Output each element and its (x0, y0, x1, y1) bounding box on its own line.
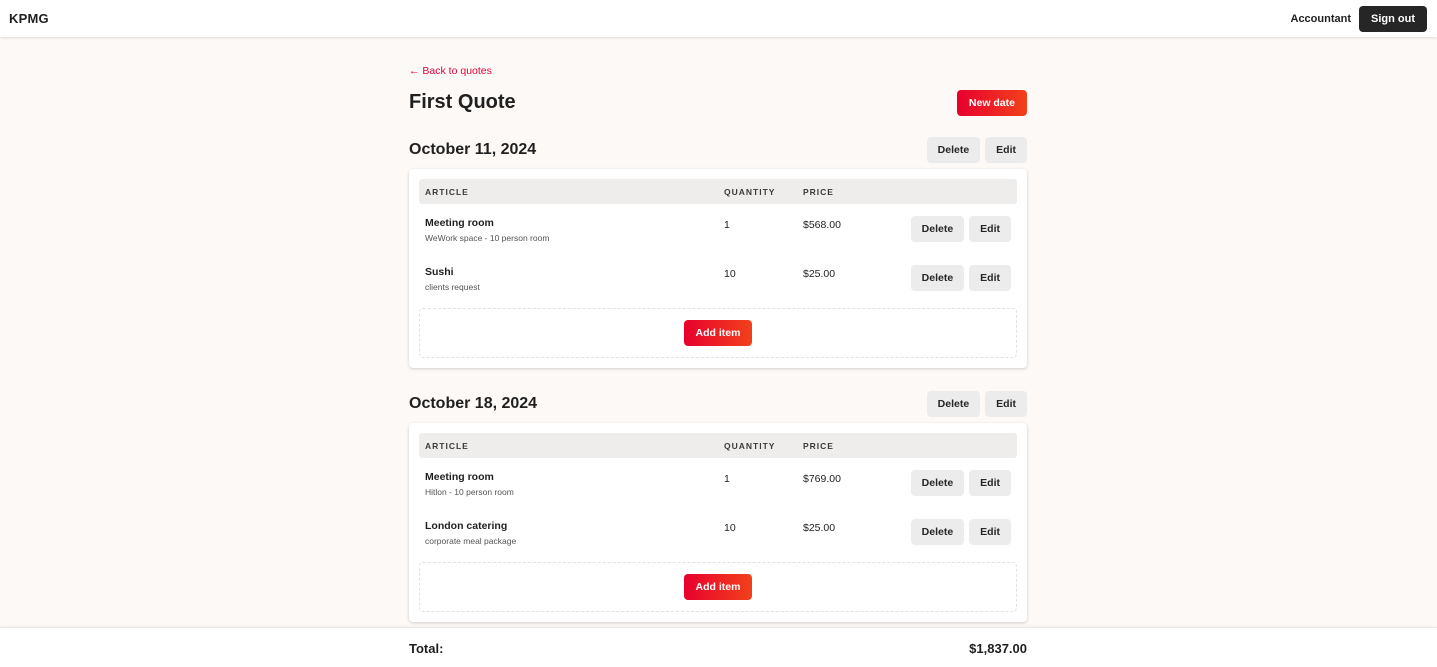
item-price: $568.00 (803, 219, 841, 231)
item-name: Sushi (425, 266, 454, 278)
date-section: October 11, 2024 Delete Edit ARTICLE QUA… (409, 137, 1027, 368)
edit-item-button[interactable]: Edit (969, 519, 1011, 545)
delete-item-button[interactable]: Delete (910, 216, 965, 242)
date-title: October 18, 2024 (409, 395, 538, 412)
item-price: $769.00 (803, 473, 841, 485)
add-item-button[interactable]: Add item (683, 320, 753, 346)
table-header: ARTICLE QUANTITY PRICE (419, 179, 1017, 204)
total-footer: Total: $1,837.00 (0, 627, 1437, 667)
header-quantity: QUANTITY (724, 440, 776, 451)
item-quantity: 1 (724, 473, 730, 485)
date-actions: Delete Edit (926, 391, 1027, 417)
item-description: Hitlon - 10 person room (425, 487, 514, 497)
table-row: Meeting room Hitlon - 10 person room 1 $… (419, 458, 1017, 507)
header-quantity: QUANTITY (724, 186, 776, 197)
item-description: clients request (425, 282, 480, 292)
edit-date-button[interactable]: Edit (985, 137, 1027, 163)
row-actions: Delete Edit (903, 470, 1017, 496)
item-price: $25.00 (803, 522, 836, 534)
date-title: October 11, 2024 (409, 141, 537, 158)
total-value: $1,837.00 (969, 640, 1027, 656)
article-cell: Meeting room WeWork space - 10 person ro… (419, 217, 724, 243)
item-description: corporate meal package (425, 536, 517, 546)
item-name: Meeting room (425, 471, 494, 483)
header-price: PRICE (803, 440, 834, 451)
total-row: Total: $1,837.00 (409, 628, 1027, 667)
row-actions: Delete Edit (903, 265, 1017, 291)
row-actions: Delete Edit (903, 519, 1017, 545)
edit-item-button[interactable]: Edit (969, 470, 1011, 496)
table-row: Sushi clients request 10 $25.00 Delete E… (419, 253, 1017, 302)
date-section-header: October 18, 2024 Delete Edit (409, 391, 1027, 417)
brand-logo[interactable]: KPMG (9, 11, 49, 26)
date-actions: Delete Edit (926, 137, 1027, 163)
sign-out-button[interactable]: Sign out (1359, 5, 1427, 32)
header-article: ARTICLE (425, 440, 469, 451)
article-cell: London catering corporate meal package (419, 520, 724, 546)
item-price: $25.00 (803, 268, 836, 280)
article-cell: Sushi clients request (419, 266, 724, 292)
new-date-button[interactable]: New date (956, 90, 1027, 116)
edit-item-button[interactable]: Edit (969, 265, 1011, 291)
date-section-header: October 11, 2024 Delete Edit (409, 137, 1027, 163)
header-price: PRICE (803, 186, 834, 197)
delete-item-button[interactable]: Delete (910, 470, 965, 496)
table-row: London catering corporate meal package 1… (419, 507, 1017, 556)
total-label: Total: (409, 640, 444, 656)
top-navbar: KPMG Accountant Sign out (0, 0, 1437, 37)
item-description: WeWork space - 10 person room (425, 233, 550, 243)
item-quantity: 10 (724, 268, 736, 280)
date-section: October 18, 2024 Delete Edit ARTICLE QUA… (409, 391, 1027, 622)
item-name: Meeting room (425, 217, 494, 229)
item-quantity: 10 (724, 522, 736, 534)
row-actions: Delete Edit (903, 216, 1017, 242)
delete-item-button[interactable]: Delete (910, 265, 965, 291)
edit-item-button[interactable]: Edit (969, 216, 1011, 242)
user-role: Accountant (1290, 12, 1352, 25)
add-item-area: Add item (419, 308, 1017, 358)
delete-date-button[interactable]: Delete (926, 391, 981, 417)
add-item-button[interactable]: Add item (683, 574, 753, 600)
add-item-area: Add item (419, 562, 1017, 612)
page-title: First Quote (409, 91, 516, 113)
delete-date-button[interactable]: Delete (926, 137, 981, 163)
item-quantity: 1 (724, 219, 730, 231)
edit-date-button[interactable]: Edit (985, 391, 1027, 417)
delete-item-button[interactable]: Delete (910, 519, 965, 545)
items-table-card: ARTICLE QUANTITY PRICE Meeting room Hitl… (409, 423, 1027, 622)
items-table-card: ARTICLE QUANTITY PRICE Meeting room WeWo… (409, 169, 1027, 368)
navbar-right: Accountant Sign out (1290, 5, 1427, 32)
table-header: ARTICLE QUANTITY PRICE (419, 433, 1017, 458)
header-article: ARTICLE (425, 186, 469, 197)
item-name: London catering (425, 520, 508, 532)
article-cell: Meeting room Hitlon - 10 person room (419, 471, 724, 497)
table-row: Meeting room WeWork space - 10 person ro… (419, 204, 1017, 253)
back-to-quotes-link[interactable]: ← Back to quotes (409, 65, 492, 77)
